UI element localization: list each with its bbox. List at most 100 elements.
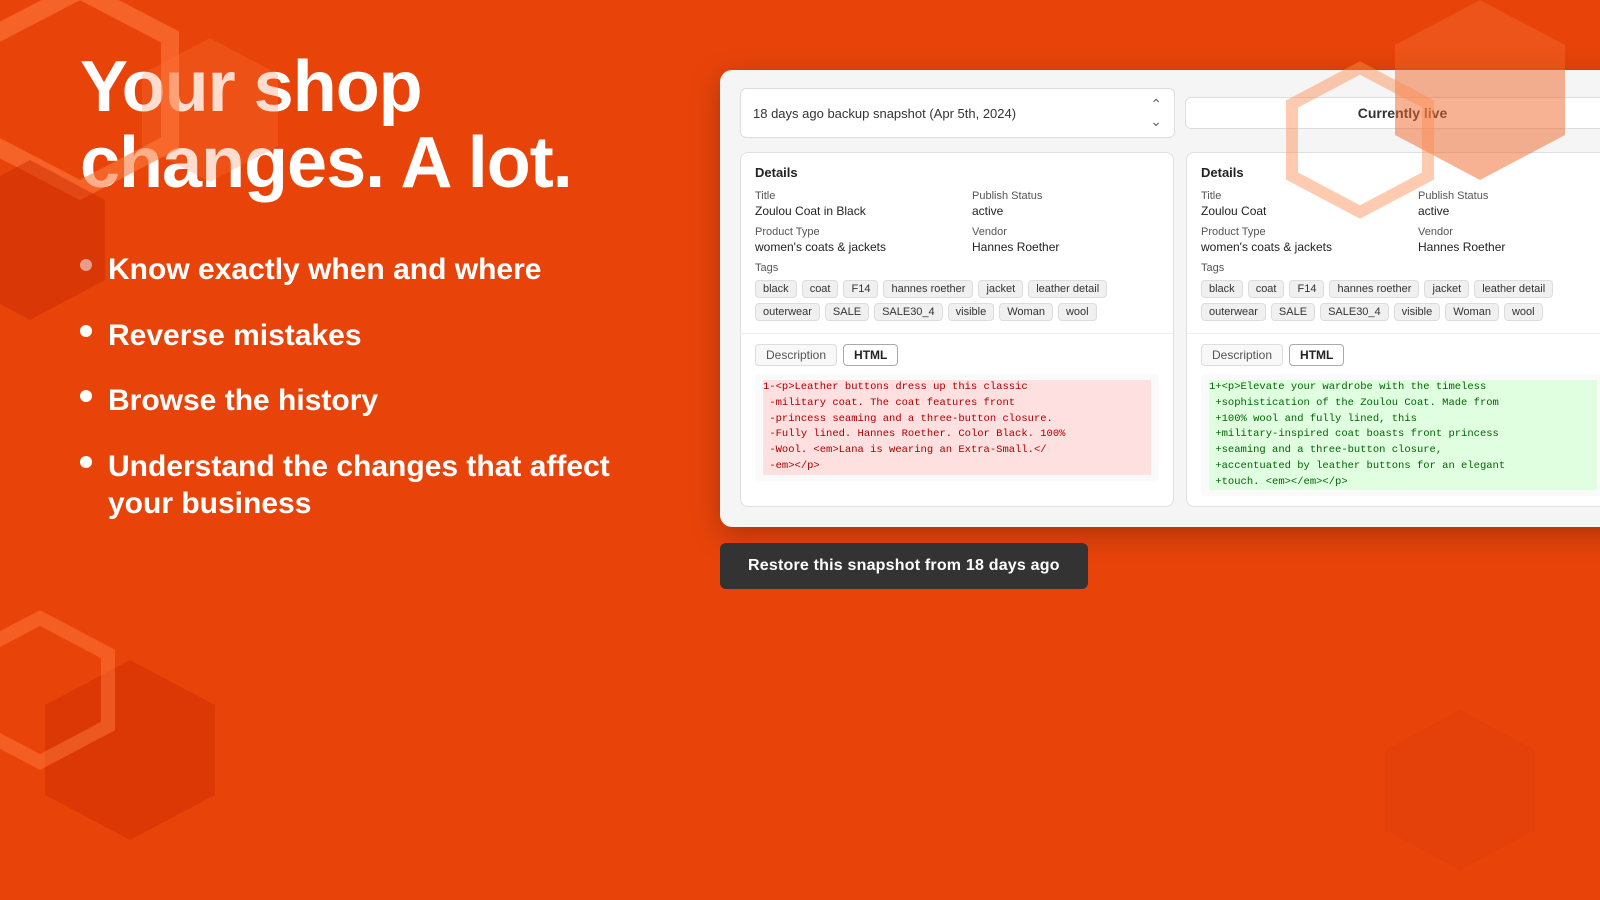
bullet-text-4: Understand the changes that affect your … xyxy=(108,448,660,523)
bullet-item-4: Understand the changes that affect your … xyxy=(80,448,660,523)
tag: F14 xyxy=(843,280,878,298)
tag: SALE xyxy=(1271,303,1315,321)
snapshot-section-title: Details xyxy=(755,165,1159,180)
bullet-dot-1 xyxy=(80,259,92,271)
snapshot-tags: blackcoatF14hannes roetherjacketleather … xyxy=(755,280,1159,321)
tag: jacket xyxy=(978,280,1023,298)
bullet-text-2: Reverse mistakes xyxy=(108,317,362,355)
snapshot-label: 18 days ago backup snapshot (Apr 5th, 20… xyxy=(753,106,1016,121)
live-diff-tabs: Description HTML xyxy=(1201,344,1600,366)
tag: wool xyxy=(1504,303,1543,321)
bullet-text-1: Know exactly when and where xyxy=(108,251,541,289)
live-diff-section: Description HTML 1+<p>Elevate your wardr… xyxy=(1187,334,1600,506)
live-title-group: Title Zoulou Coat xyxy=(1201,190,1388,218)
bullet-text-3: Browse the history xyxy=(108,382,378,420)
diff-line: -military coat. The coat features front xyxy=(763,396,1151,412)
bullet-item-3: Browse the history xyxy=(80,382,660,420)
main-title: Your shop changes. A lot. xyxy=(80,50,660,201)
live-html-tab[interactable]: HTML xyxy=(1289,344,1344,366)
snapshot-vendor-group: Vendor Hannes Roether xyxy=(972,226,1159,254)
tag: visible xyxy=(948,303,995,321)
tag: outerwear xyxy=(755,303,820,321)
snapshot-html-tab[interactable]: HTML xyxy=(843,344,898,366)
live-type-row: Product Type women's coats & jackets Ven… xyxy=(1201,226,1600,254)
snapshot-description-tab[interactable]: Description xyxy=(755,344,837,366)
live-vendor-value: Hannes Roether xyxy=(1418,240,1600,254)
restore-button[interactable]: Restore this snapshot from 18 days ago xyxy=(720,543,1088,589)
snapshot-publish-label: Publish Status xyxy=(972,190,1159,202)
diff-line: +sophistication of the Zoulou Coat. Made… xyxy=(1209,396,1597,412)
snapshot-vendor-label: Vendor xyxy=(972,226,1159,238)
diff-line: +100% wool and fully lined, this xyxy=(1209,412,1597,428)
diff-line: -Fully lined. Hannes Roether. Color Blac… xyxy=(763,427,1151,443)
tag: outerwear xyxy=(1201,303,1266,321)
live-tags-label: Tags xyxy=(1201,262,1600,274)
live-title-label: Title xyxy=(1201,190,1388,202)
live-details-section: Details Title Zoulou Coat Publish Status… xyxy=(1187,153,1600,334)
comparison-panel: 18 days ago backup snapshot (Apr 5th, 20… xyxy=(720,70,1600,527)
live-title-row: Title Zoulou Coat Publish Status active xyxy=(1201,190,1600,218)
tag: black xyxy=(1201,280,1243,298)
diff-line: 1+<p>Elevate your wardrobe with the time… xyxy=(1209,380,1597,396)
tag: black xyxy=(755,280,797,298)
bullet-list: Know exactly when and where Reverse mist… xyxy=(80,251,660,523)
snapshot-diff-section: Description HTML 1-<p>Leather buttons dr… xyxy=(741,334,1173,491)
tag: coat xyxy=(802,280,839,298)
snapshot-details-section: Details Title Zoulou Coat in Black Publi… xyxy=(741,153,1173,334)
tag: visible xyxy=(1394,303,1441,321)
tag: Woman xyxy=(1445,303,1499,321)
snapshot-title-label: Title xyxy=(755,190,942,202)
diff-line: -princess seaming and a three-button clo… xyxy=(763,412,1151,428)
live-type-value: women's coats & jackets xyxy=(1201,240,1388,254)
tag: SALE30_4 xyxy=(874,303,943,321)
snapshot-type-group: Product Type women's coats & jackets xyxy=(755,226,942,254)
live-section-title: Details xyxy=(1201,165,1600,180)
live-publish-group: Publish Status active xyxy=(1418,190,1600,218)
chevron-icon: ⌃⌄ xyxy=(1150,96,1162,130)
panel-header: 18 days ago backup snapshot (Apr 5th, 20… xyxy=(740,88,1600,138)
live-label: Currently live xyxy=(1185,97,1600,129)
tag: SALE30_4 xyxy=(1320,303,1389,321)
tag: jacket xyxy=(1424,280,1469,298)
diff-line: +military-inspired coat boasts front pri… xyxy=(1209,427,1597,443)
tag: F14 xyxy=(1289,280,1324,298)
tag: wool xyxy=(1058,303,1097,321)
live-tags: black coatF14 hannes roether jacket leather … xyxy=(1201,280,1600,321)
snapshot-column: Details Title Zoulou Coat in Black Publi… xyxy=(740,152,1174,507)
snapshot-publish-value: active xyxy=(972,204,1159,218)
snapshot-type-label: Product Type xyxy=(755,226,942,238)
tag: SALE xyxy=(825,303,869,321)
live-publish-value: active xyxy=(1418,204,1600,218)
live-publish-label: Publish Status xyxy=(1418,190,1600,202)
bullet-dot-3 xyxy=(80,390,92,402)
live-title-value: Zoulou Coat xyxy=(1201,204,1388,218)
tag: coat xyxy=(1248,280,1285,298)
diff-line: 1-<p>Leather buttons dress up this class… xyxy=(763,380,1151,396)
tag: hannes roether xyxy=(1329,280,1419,298)
live-type-label: Product Type xyxy=(1201,226,1388,238)
diff-line: +accentuated by leather buttons for an e… xyxy=(1209,459,1597,475)
diff-line: -Wool. <em>Lana is wearing an Extra-Smal… xyxy=(763,443,1151,459)
right-column: 18 days ago backup snapshot (Apr 5th, 20… xyxy=(720,40,1600,589)
snapshot-publish-group: Publish Status active xyxy=(972,190,1159,218)
snapshot-type-row: Product Type women's coats & jackets Ven… xyxy=(755,226,1159,254)
bullet-item-1: Know exactly when and where xyxy=(80,251,660,289)
live-vendor-label: Vendor xyxy=(1418,226,1600,238)
diff-line: -em></p> xyxy=(763,459,1151,475)
bullet-dot-4 xyxy=(80,456,92,468)
snapshot-title-group: Title Zoulou Coat in Black xyxy=(755,190,942,218)
diff-line: +seaming and a three-button closure, xyxy=(1209,443,1597,459)
live-vendor-group: Vendor Hannes Roether xyxy=(1418,226,1600,254)
snapshot-type-value: women's coats & jackets xyxy=(755,240,942,254)
tag: leather detail xyxy=(1474,280,1553,298)
live-description-tab[interactable]: Description xyxy=(1201,344,1283,366)
snapshot-title-value: Zoulou Coat in Black xyxy=(755,204,942,218)
snapshot-tags-label: Tags xyxy=(755,262,1159,274)
tag: hannes roether xyxy=(883,280,973,298)
live-column: Details Title Zoulou Coat Publish Status… xyxy=(1186,152,1600,507)
snapshot-title-row: Title Zoulou Coat in Black Publish Statu… xyxy=(755,190,1159,218)
snapshot-vendor-value: Hannes Roether xyxy=(972,240,1159,254)
page-container: Your shop changes. A lot. Know exactly w… xyxy=(0,0,1600,900)
snapshot-selector[interactable]: 18 days ago backup snapshot (Apr 5th, 20… xyxy=(740,88,1175,138)
comparison-body: Details Title Zoulou Coat in Black Publi… xyxy=(740,152,1600,507)
